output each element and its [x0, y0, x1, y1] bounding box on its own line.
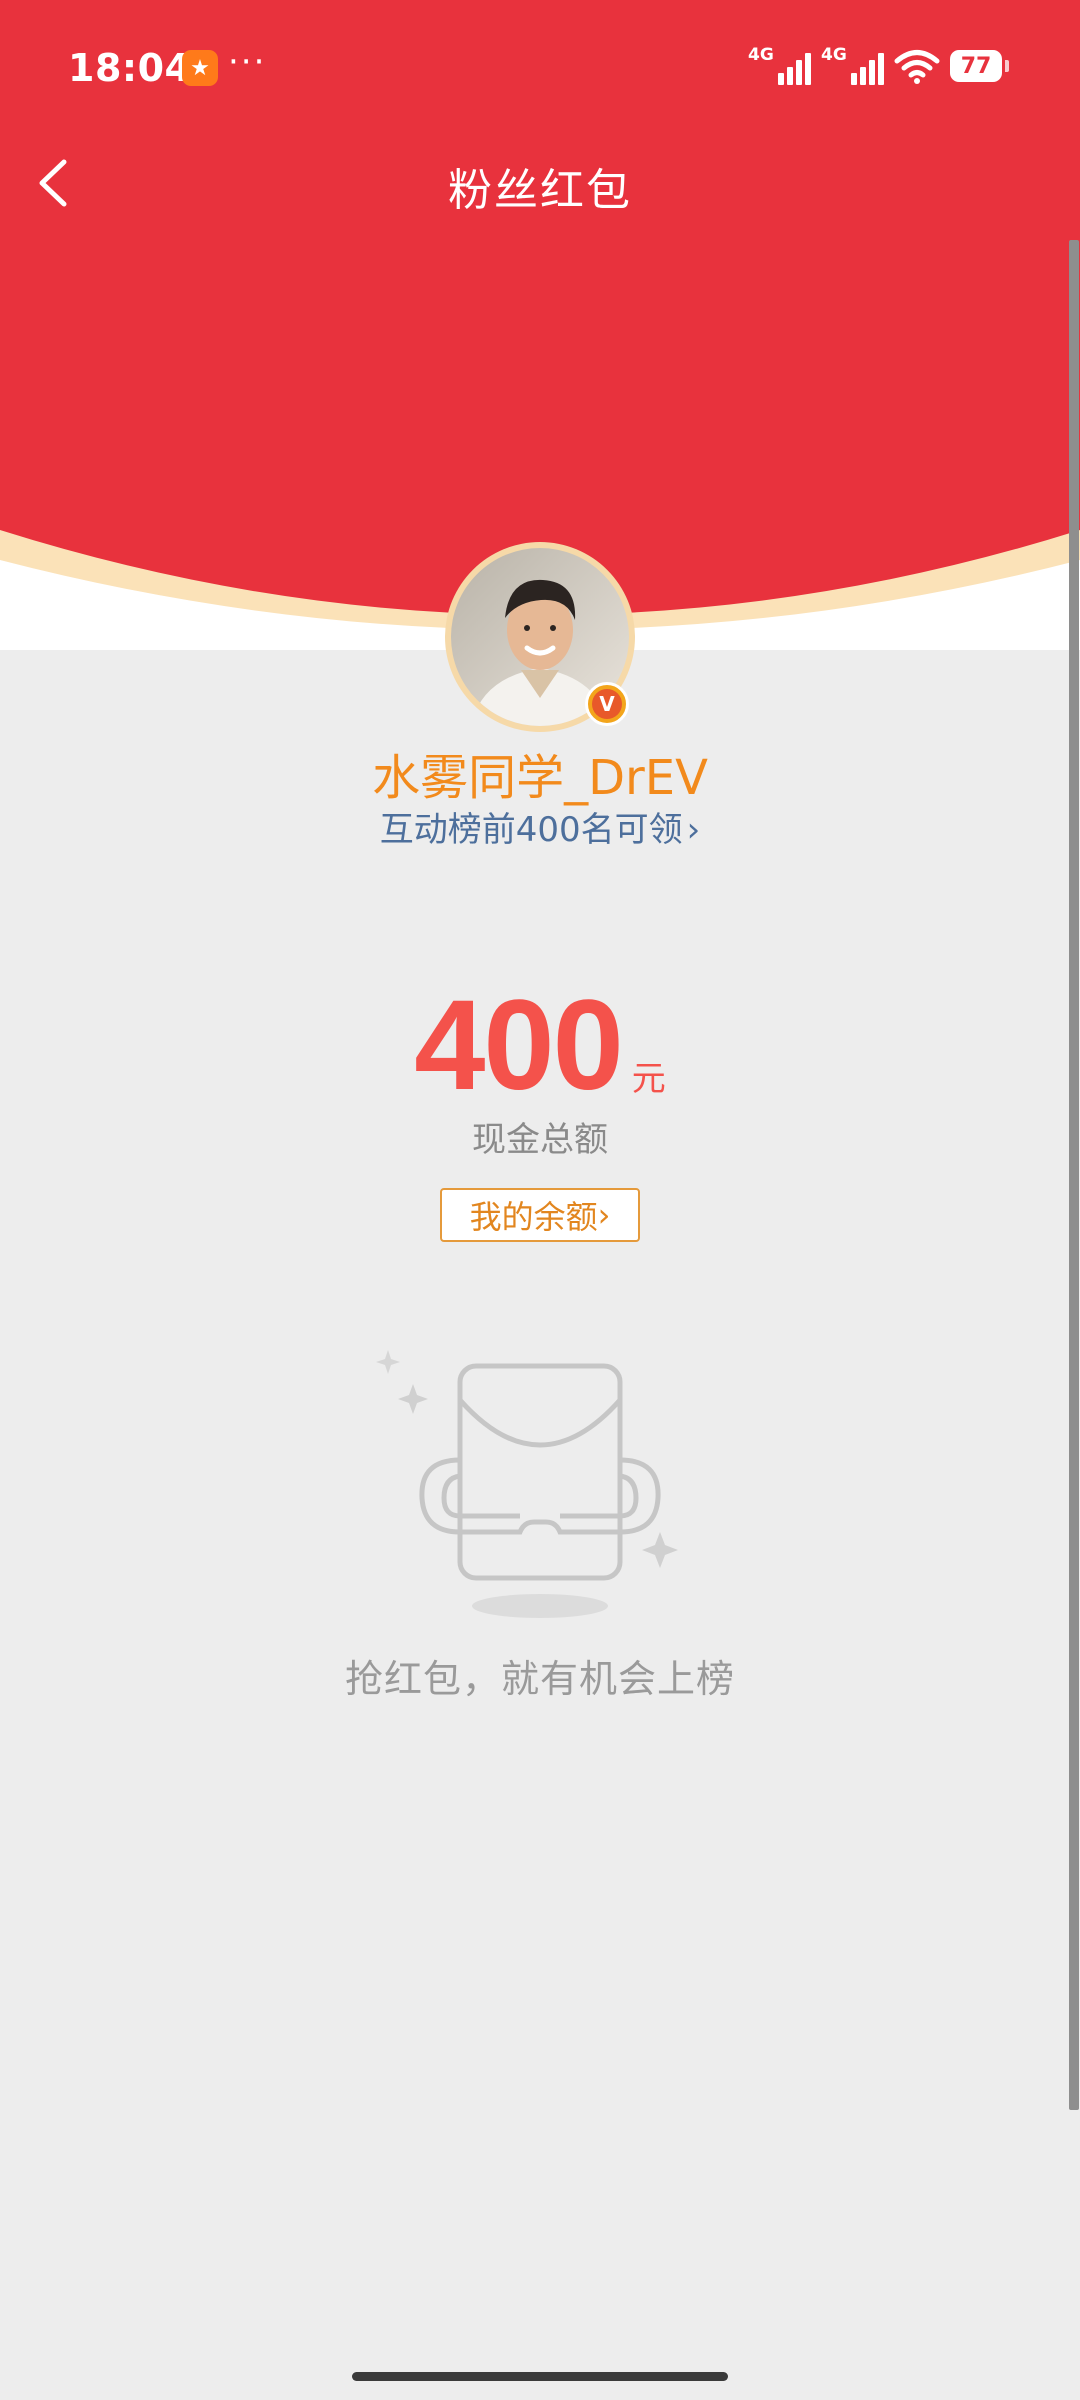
battery-icon: 77	[950, 50, 1009, 82]
cellular-signal-icon: 4G	[821, 45, 884, 85]
network-type-label: 4G	[821, 45, 847, 65]
rank-link[interactable]: 互动榜前400名可领 ›	[0, 802, 1080, 851]
username[interactable]: 水雾同学_DrEV	[0, 738, 1080, 808]
home-indicator[interactable]	[352, 2372, 728, 2381]
chevron-right-icon: ›	[686, 810, 701, 850]
verified-badge-icon: V	[585, 682, 629, 726]
status-indicators: 4G 4G 77	[748, 45, 1009, 86]
battery-level: 77	[960, 53, 992, 79]
status-bar: 18:04 ★ ··· 4G 4G 77	[0, 0, 1080, 140]
chevron-right-icon: ›	[597, 1196, 611, 1234]
more-notifications-icon: ···	[228, 42, 267, 82]
amount-display: 400 元	[0, 982, 1080, 1110]
my-balance-label: 我的余额	[469, 1198, 598, 1236]
empty-state-message: 抢红包，就有机会上榜	[344, 1657, 735, 1701]
rank-link-label: 互动榜前400名可领	[379, 810, 683, 850]
back-arrow-icon[interactable]	[30, 150, 80, 216]
status-time: 18:04	[68, 46, 192, 90]
network-type-label: 4G	[748, 45, 774, 65]
empty-bag-illustration-icon	[376, 1350, 678, 1618]
amount-unit: 元	[631, 1059, 666, 1099]
my-balance-button[interactable]: 我的余额 ›	[440, 1188, 640, 1242]
cellular-signal-icon: 4G	[748, 45, 811, 85]
amount-caption: 现金总额	[472, 1120, 608, 1160]
scrollbar[interactable]	[1069, 240, 1079, 2110]
wifi-icon	[894, 50, 940, 84]
app-notification-icon: ★	[182, 50, 218, 86]
amount-value: 400	[414, 974, 624, 1117]
